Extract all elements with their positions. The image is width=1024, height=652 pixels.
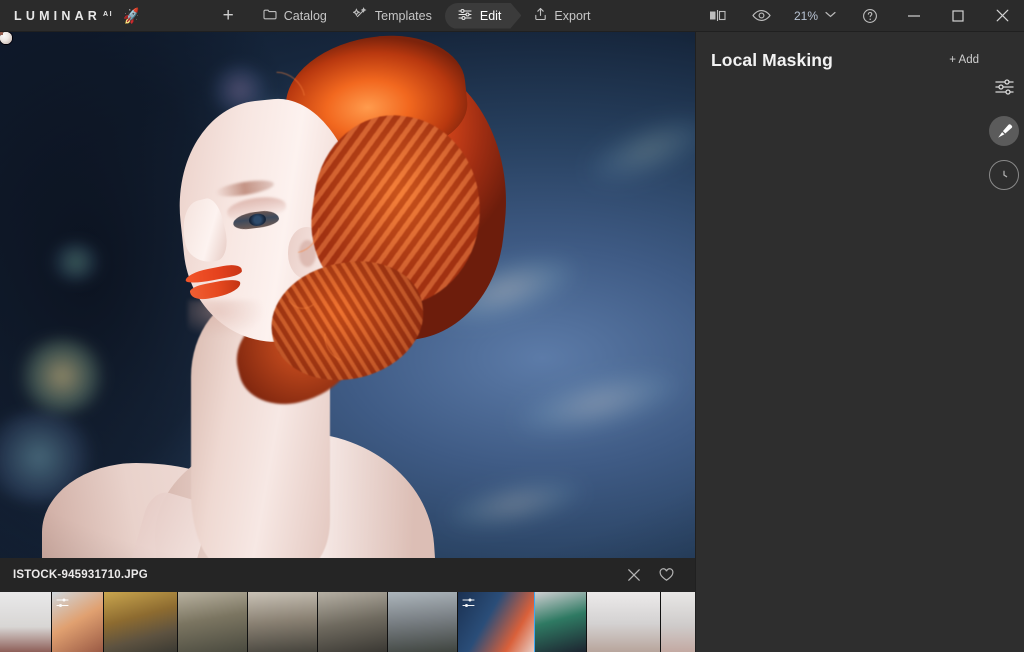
adjustments-sliders-icon[interactable] (989, 72, 1019, 102)
current-filename: ISTOCK-945931710.JPG (13, 569, 148, 581)
maximize-icon[interactable] (936, 0, 980, 32)
panel-header: Local Masking + Add (696, 32, 985, 88)
add-mask-button[interactable]: + Add (949, 54, 979, 66)
close-x-icon[interactable] (625, 566, 643, 584)
filmstrip-thumbnail[interactable] (388, 592, 458, 652)
portrait-subject (0, 32, 695, 558)
page-title: Local Masking (711, 49, 833, 70)
thumbnail-image (248, 592, 317, 652)
file-info-bar: ISTOCK-945931710.JPG (0, 558, 695, 592)
top-navigation: + Catalog Templates Edit Export (207, 0, 604, 32)
thumbnail-image (104, 592, 177, 652)
luminar-ai-window: LUMINAR AI 🚀 + Catalog Templates Edit Ex… (0, 0, 1024, 652)
tab-edit[interactable]: Edit (445, 3, 522, 29)
panel-tool-rail (984, 32, 1024, 652)
right-panel: Local Masking + Add (695, 32, 1024, 652)
filmstrip-thumbnail[interactable] (0, 592, 52, 652)
filmstrip-thumbnail[interactable] (318, 592, 388, 652)
share-upload-icon (534, 7, 547, 24)
folder-icon (263, 8, 277, 23)
image-canvas[interactable] (0, 32, 695, 558)
filmstrip-thumbnail[interactable] (178, 592, 248, 652)
filmstrip-thumbnail-selected[interactable] (458, 592, 535, 652)
add-images-button[interactable]: + (207, 6, 250, 25)
tab-catalog-label: Catalog (283, 8, 327, 23)
zoom-level[interactable]: 21% (784, 9, 820, 23)
magic-wand-icon (352, 7, 368, 24)
tab-catalog[interactable]: Catalog (250, 3, 340, 29)
tab-edit-label: Edit (479, 8, 502, 23)
rocket-icon[interactable]: 🚀 (122, 6, 141, 24)
heart-icon[interactable] (657, 566, 675, 584)
close-icon[interactable] (980, 0, 1024, 32)
freckle (0, 32, 3, 35)
history-clock-icon[interactable] (989, 160, 1019, 190)
filmstrip-thumbnail[interactable] (535, 592, 587, 652)
eye-icon[interactable] (740, 0, 784, 32)
brand-superscript: AI (103, 10, 114, 18)
edited-sliders-icon (56, 596, 69, 609)
brand-name: LUMINAR (14, 8, 102, 23)
filmstrip-thumbnail[interactable] (248, 592, 318, 652)
thumbnail-image (661, 592, 695, 652)
tab-export[interactable]: Export (521, 3, 603, 29)
thumbnail-image (178, 592, 247, 652)
filmstrip[interactable] (0, 592, 695, 652)
before-after-compare-icon[interactable] (696, 0, 740, 32)
thumbnail-image (318, 592, 387, 652)
edited-photo (0, 32, 695, 558)
thumbnail-image (0, 592, 51, 652)
minimize-icon[interactable] (892, 0, 936, 32)
thumbnail-image (587, 592, 660, 652)
app-logo: LUMINAR AI (14, 9, 113, 23)
filmstrip-thumbnail[interactable] (661, 592, 695, 652)
tab-templates-label: Templates (374, 8, 432, 23)
tab-export-label: Export (554, 8, 591, 23)
tab-templates[interactable]: Templates (340, 3, 445, 29)
subject-chin-shadow (187, 300, 265, 338)
top-bar-right-controls: 21% (696, 0, 1024, 32)
thumbnail-image (535, 592, 586, 652)
filmstrip-thumbnail[interactable] (52, 592, 104, 652)
filmstrip-thumbnail[interactable] (104, 592, 178, 652)
question-circle-icon[interactable] (848, 0, 892, 32)
sliders-icon (458, 8, 473, 24)
top-bar: LUMINAR AI 🚀 + Catalog Templates Edit Ex… (0, 0, 1024, 32)
edited-sliders-icon (462, 596, 475, 609)
filmstrip-thumbnail[interactable] (587, 592, 661, 652)
thumbnail-image (388, 592, 457, 652)
chevron-down-icon[interactable] (820, 10, 848, 21)
brush-icon[interactable] (989, 116, 1019, 146)
